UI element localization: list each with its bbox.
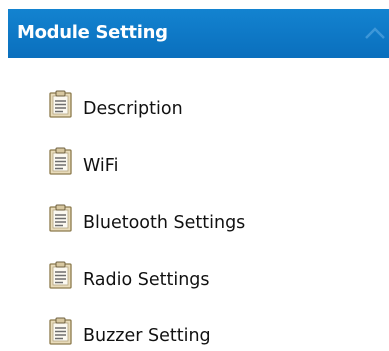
menu-item-label: Bluetooth Settings bbox=[83, 213, 246, 233]
document-icon bbox=[48, 147, 74, 175]
document-icon bbox=[48, 90, 74, 118]
menu-item-label: Buzzer Setting bbox=[83, 326, 211, 346]
menu-item-label: WiFi bbox=[83, 156, 119, 176]
document-icon bbox=[48, 317, 74, 345]
module-menu: Description WiFi Bluetooth Settings Radi… bbox=[0, 0, 389, 351]
document-icon bbox=[48, 204, 74, 232]
menu-item-label: Description bbox=[83, 99, 183, 119]
menu-item-label: Radio Settings bbox=[83, 270, 210, 290]
document-icon bbox=[48, 261, 74, 289]
